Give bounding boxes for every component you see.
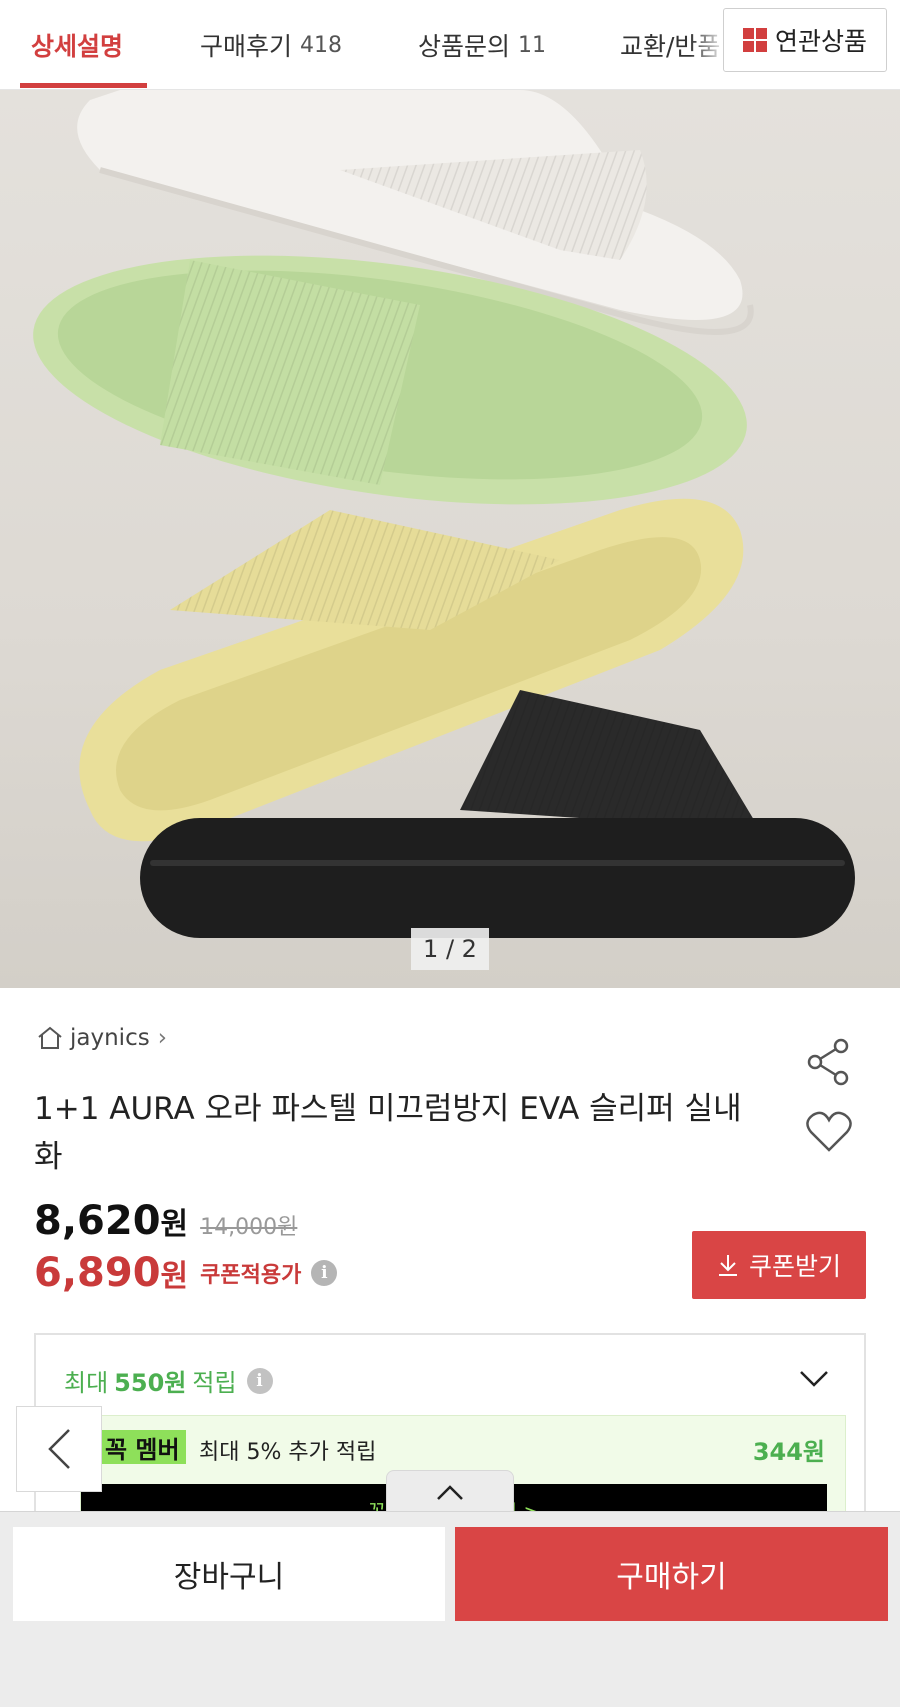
store-name: jaynics bbox=[70, 1025, 150, 1051]
image-counter: 1 / 2 bbox=[411, 928, 489, 970]
points-amount: 550원 bbox=[114, 1369, 187, 1397]
chevron-left-icon bbox=[48, 1429, 70, 1469]
coupon-price-unit: 원 bbox=[160, 1259, 189, 1294]
tab-label: 상세설명 bbox=[31, 32, 124, 61]
store-link[interactable]: jaynics › bbox=[36, 1025, 167, 1051]
points-summary[interactable]: 최대 550원 적립 i bbox=[64, 1363, 273, 1398]
get-coupon-button[interactable]: 쿠폰받기 bbox=[692, 1231, 866, 1299]
info-icon[interactable]: i bbox=[246, 1367, 273, 1394]
member-benefit-amount: 344원 bbox=[752, 1438, 825, 1466]
product-image-carousel[interactable]: 1 / 2 bbox=[0, 90, 900, 988]
back-button[interactable] bbox=[16, 1406, 102, 1492]
coupon-price-row: 6,890 원 쿠폰적용가 i bbox=[34, 1250, 338, 1296]
tab-details[interactable]: 상세설명 bbox=[31, 0, 123, 90]
chevron-up-icon bbox=[437, 1484, 463, 1500]
sale-price-unit: 원 bbox=[160, 1207, 189, 1242]
member-badge: 꼭 멤버 bbox=[99, 1430, 186, 1464]
related-products-label: 연관상품 bbox=[774, 27, 867, 56]
chevron-down-icon[interactable] bbox=[798, 1369, 830, 1389]
related-products-button[interactable]: 연관상품 bbox=[723, 8, 887, 72]
original-price: 14,000원 bbox=[200, 1215, 298, 1240]
tab-label: 구매후기 bbox=[200, 32, 293, 61]
add-to-cart-button[interactable]: 장바구니 bbox=[13, 1527, 445, 1621]
tab-count: 418 bbox=[300, 32, 343, 58]
tab-count: 11 bbox=[518, 32, 547, 58]
info-icon[interactable]: i bbox=[311, 1260, 338, 1286]
tab-reviews[interactable]: 구매후기 418 bbox=[200, 0, 342, 90]
get-coupon-label: 쿠폰받기 bbox=[748, 1252, 841, 1281]
sale-price: 8,620 bbox=[34, 1198, 161, 1244]
coupon-price: 6,890 bbox=[34, 1250, 161, 1296]
detail-tab-bar: 상세설명 구매후기 418 상품문의 11 교환/반품 연관상품 bbox=[0, 0, 900, 90]
price-row: 8,620 원 14,000원 bbox=[34, 1198, 297, 1244]
active-tab-indicator bbox=[20, 83, 147, 88]
points-prefix: 최대 bbox=[64, 1369, 109, 1397]
share-icon[interactable] bbox=[805, 1038, 853, 1086]
tab-fade-overlay bbox=[690, 0, 726, 88]
slippers-illustration bbox=[33, 90, 855, 938]
download-icon bbox=[718, 1255, 737, 1276]
home-icon bbox=[38, 1026, 62, 1049]
grid-icon bbox=[742, 28, 767, 52]
expand-handle[interactable] bbox=[386, 1470, 514, 1514]
tab-label: 상품문의 bbox=[418, 32, 511, 61]
chevron-right-icon: › bbox=[157, 1025, 167, 1051]
member-benefit-text: 최대 5% 추가 적립 bbox=[199, 1440, 377, 1465]
heart-icon[interactable] bbox=[805, 1110, 853, 1154]
points-suffix: 적립 bbox=[192, 1369, 237, 1397]
buy-now-button[interactable]: 구매하기 bbox=[455, 1527, 888, 1621]
product-title: 1+1 AURA 오라 파스텔 미끄럼방지 EVA 슬리퍼 실내화 bbox=[34, 1091, 742, 1175]
purchase-bar: 장바구니 구매하기 bbox=[0, 1511, 900, 1707]
tab-inquiries[interactable]: 상품문의 11 bbox=[418, 0, 546, 90]
coupon-price-note: 쿠폰적용가 bbox=[200, 1263, 302, 1288]
